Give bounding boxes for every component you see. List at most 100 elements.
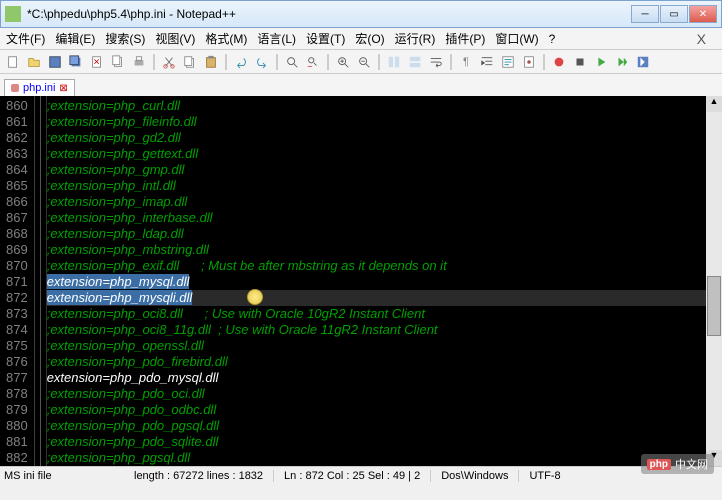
watermark-text: 中文网	[675, 456, 708, 472]
close-file-icon[interactable]	[88, 53, 106, 71]
toolbar: ¶	[0, 50, 722, 74]
status-filetype: MS ini file	[4, 470, 124, 482]
status-encoding: UTF-8	[519, 470, 570, 482]
find-icon[interactable]	[283, 53, 301, 71]
code-line[interactable]: extension=php_mysql.dll	[47, 274, 718, 290]
file-tab[interactable]: php.ini ⊠	[4, 79, 75, 96]
close-button[interactable]: ✕	[689, 5, 717, 23]
zoomout-icon[interactable]	[355, 53, 373, 71]
fold-bar	[35, 96, 47, 466]
menu-settings[interactable]: 设置(T)	[306, 30, 345, 47]
code-line[interactable]: ;extension=php_mbstring.dll	[47, 242, 718, 258]
menu-window[interactable]: 窗口(W)	[495, 30, 538, 47]
code-line[interactable]: ;extension=php_curl.dll	[47, 98, 718, 114]
paste-icon[interactable]	[202, 53, 220, 71]
print-icon[interactable]	[130, 53, 148, 71]
line-gutter: 8608618628638648658668678688698708718728…	[0, 96, 35, 466]
menu-search[interactable]: 搜索(S)	[105, 30, 145, 47]
indent-icon[interactable]	[478, 53, 496, 71]
separator	[153, 54, 155, 70]
menu-edit[interactable]: 编辑(E)	[55, 30, 95, 47]
code-line[interactable]: ;extension=php_interbase.dll	[47, 210, 718, 226]
open-icon[interactable]	[25, 53, 43, 71]
status-position: Ln : 872 Col : 25 Sel : 49 | 2	[274, 470, 431, 482]
separator	[276, 54, 278, 70]
separator	[450, 54, 452, 70]
code-line[interactable]: ;extension=php_imap.dll	[47, 194, 718, 210]
code-line[interactable]: ;extension=php_fileinfo.dll	[47, 114, 718, 130]
code-line[interactable]: ;extension=php_pdo_pgsql.dll	[47, 418, 718, 434]
code-line[interactable]: ;extension=php_gmp.dll	[47, 162, 718, 178]
code-line[interactable]: ;extension=php_pdo_oci.dll	[47, 386, 718, 402]
cut-icon[interactable]	[160, 53, 178, 71]
record-icon[interactable]	[550, 53, 568, 71]
separator	[378, 54, 380, 70]
code-line[interactable]: ;extension=php_pdo_odbc.dll	[47, 402, 718, 418]
menubar: 文件(F) 编辑(E) 搜索(S) 视图(V) 格式(M) 语言(L) 设置(T…	[0, 28, 722, 50]
menu-close-x[interactable]: X	[697, 31, 706, 47]
menu-view[interactable]: 视图(V)	[155, 30, 195, 47]
separator	[225, 54, 227, 70]
code-area[interactable]: ;extension=php_curl.dll;extension=php_fi…	[47, 96, 722, 466]
menu-macro[interactable]: 宏(O)	[355, 30, 384, 47]
savemacro-icon[interactable]	[634, 53, 652, 71]
scroll-thumb[interactable]	[707, 276, 721, 336]
undo-icon[interactable]	[232, 53, 250, 71]
tab-label: php.ini	[23, 82, 55, 94]
code-line[interactable]: ;extension=php_oci8_11g.dll ; Use with O…	[47, 322, 718, 338]
new-icon[interactable]	[4, 53, 22, 71]
sync-v-icon[interactable]	[385, 53, 403, 71]
tab-close-icon[interactable]: ⊠	[59, 83, 67, 94]
code-line[interactable]: ;extension=php_gd2.dll	[47, 130, 718, 146]
maximize-button[interactable]: ▭	[660, 5, 688, 23]
copy-icon[interactable]	[181, 53, 199, 71]
watermark: php 中文网	[641, 454, 714, 474]
playloop-icon[interactable]	[613, 53, 631, 71]
status-eol: Dos\Windows	[431, 470, 519, 482]
cursor-highlight-icon	[247, 289, 263, 305]
wrap-icon[interactable]	[427, 53, 445, 71]
play-icon[interactable]	[592, 53, 610, 71]
docmap-icon[interactable]	[520, 53, 538, 71]
scroll-up-icon[interactable]: ▲	[706, 96, 722, 112]
menu-plugins[interactable]: 插件(P)	[445, 30, 485, 47]
status-length: length : 67272 lines : 1832	[124, 470, 274, 482]
redo-icon[interactable]	[253, 53, 271, 71]
showall-icon[interactable]: ¶	[457, 53, 475, 71]
code-line[interactable]: ;extension=php_gettext.dll	[47, 146, 718, 162]
sync-h-icon[interactable]	[406, 53, 424, 71]
closeall-icon[interactable]	[109, 53, 127, 71]
code-line[interactable]: extension=php_pdo_mysql.dll	[47, 370, 718, 386]
replace-icon[interactable]	[304, 53, 322, 71]
window-buttons: ─ ▭ ✕	[631, 5, 717, 23]
code-line[interactable]: ;extension=php_intl.dll	[47, 178, 718, 194]
code-line[interactable]: ;extension=php_pgsql.dll	[47, 450, 718, 466]
save-icon[interactable]	[46, 53, 64, 71]
code-line[interactable]: ;extension=php_pdo_firebird.dll	[47, 354, 718, 370]
code-line[interactable]: ;extension=php_exif.dll ; Must be after …	[47, 258, 718, 274]
saveall-icon[interactable]	[67, 53, 85, 71]
menu-format[interactable]: 格式(M)	[205, 30, 247, 47]
code-line[interactable]: ;extension=php_openssl.dll	[47, 338, 718, 354]
funclist-icon[interactable]	[499, 53, 517, 71]
code-line[interactable]: ;extension=php_oci8.dll ; Use with Oracl…	[47, 306, 718, 322]
titlebar: *C:\phpedu\php5.4\php.ini - Notepad++ ─ …	[0, 0, 722, 28]
vertical-scrollbar[interactable]: ▲ ▼	[706, 96, 722, 466]
watermark-logo: php	[647, 459, 671, 470]
editor[interactable]: 8608618628638648658668678688698708718728…	[0, 96, 722, 466]
menu-lang[interactable]: 语言(L)	[257, 30, 296, 47]
code-line[interactable]: extension=php_mysqli.dll	[47, 290, 718, 306]
menu-file[interactable]: 文件(F)	[6, 30, 45, 47]
zoomin-icon[interactable]	[334, 53, 352, 71]
code-line[interactable]: ;extension=php_ldap.dll	[47, 226, 718, 242]
menu-help[interactable]: ?	[549, 32, 556, 46]
window-title: *C:\phpedu\php5.4\php.ini - Notepad++	[27, 7, 631, 21]
statusbar: MS ini file length : 67272 lines : 1832 …	[0, 466, 722, 484]
menu-run[interactable]: 运行(R)	[395, 30, 436, 47]
modified-dot-icon	[11, 84, 19, 92]
separator	[327, 54, 329, 70]
code-line[interactable]: ;extension=php_pdo_sqlite.dll	[47, 434, 718, 450]
stop-icon[interactable]	[571, 53, 589, 71]
minimize-button[interactable]: ─	[631, 5, 659, 23]
app-icon	[5, 6, 21, 22]
